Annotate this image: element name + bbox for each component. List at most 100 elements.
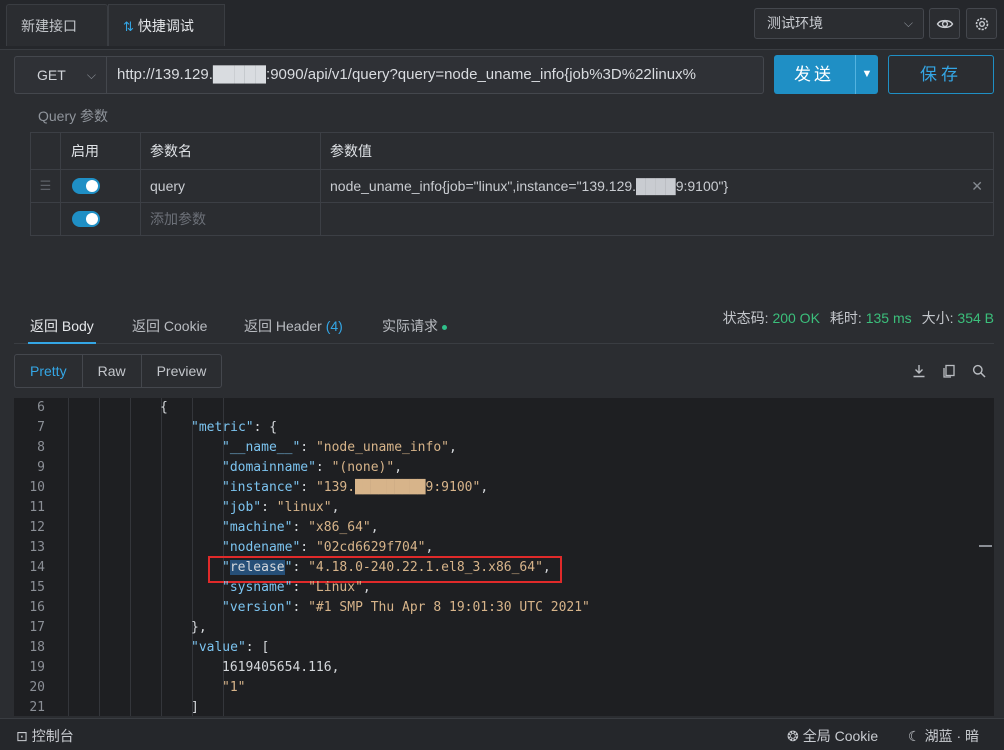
save-button[interactable]: 保存: [888, 55, 994, 94]
console-icon: ⊡: [16, 728, 28, 744]
tab-actual-request-label: 实际请求: [382, 318, 438, 334]
line-number: 13: [29, 540, 45, 555]
code-text: "nodename": "02cd6629f704",: [222, 538, 433, 558]
query-params-table: 启用 参数名 参数值 ☰ query node_uname_info{job="…: [30, 132, 994, 236]
param-value-text: node_uname_info{job="linux",instance="13…: [330, 178, 729, 194]
code-line: 13 "nodename": "02cd6629f704",: [14, 538, 994, 558]
code-token: ,: [480, 480, 489, 495]
size-label: 大小:: [921, 310, 954, 326]
code-token: ,: [425, 540, 434, 555]
enable-toggle[interactable]: [61, 203, 141, 235]
code-token: : {: [253, 420, 278, 435]
settings-button[interactable]: [966, 8, 997, 39]
code-token: "metric": [191, 420, 254, 435]
theme-button[interactable]: ☾ 湖蓝 · 暗: [908, 726, 979, 746]
format-preview[interactable]: Preview: [142, 355, 222, 387]
param-name-field[interactable]: query: [141, 170, 321, 202]
eye-button[interactable]: [929, 8, 960, 39]
code-token: },: [191, 620, 207, 635]
method-select[interactable]: GET ⌵: [14, 56, 106, 94]
enabled-column-header: 启用: [61, 133, 141, 169]
code-line: 7 "metric": {: [14, 418, 994, 438]
code-token: ,: [370, 520, 379, 535]
drag-handle-icon[interactable]: ☰: [31, 170, 61, 202]
remove-param-icon[interactable]: ✕: [971, 170, 983, 203]
copy-icon[interactable]: [940, 362, 958, 380]
send-dropdown-icon[interactable]: ▼: [856, 55, 878, 94]
name-column-header: 参数名: [141, 133, 321, 169]
moon-icon: ☾: [908, 728, 921, 744]
environment-select[interactable]: 测试环境 ⌵: [754, 8, 924, 39]
code-token: {: [160, 400, 168, 415]
line-number: 17: [29, 620, 45, 635]
download-icon[interactable]: [910, 362, 928, 380]
tab-response-body[interactable]: 返回 Body: [28, 316, 96, 344]
tab-response-cookie[interactable]: 返回 Cookie: [132, 316, 207, 336]
code-line: 19 1619405654.116,: [14, 658, 994, 678]
code-text: "domainname": "(none)",: [222, 458, 402, 478]
environment-label: 测试环境: [767, 15, 823, 31]
code-line: 11 "job": "linux",: [14, 498, 994, 518]
code-line: 20 "1": [14, 678, 994, 698]
code-line: 21]: [14, 698, 994, 716]
code-token: "sysname": [222, 580, 293, 595]
table-header: 启用 参数名 参数值: [31, 133, 993, 170]
global-cookie-button[interactable]: ❂ 全局 Cookie: [787, 726, 878, 746]
code-text: ]: [191, 698, 199, 716]
code-token: ,: [449, 440, 457, 455]
toggle-switch[interactable]: [72, 211, 100, 227]
code-token: :: [292, 600, 309, 615]
code-text: "sysname": "Linux",: [222, 578, 371, 598]
code-token: : [: [245, 640, 270, 655]
code-token: :: [292, 560, 309, 575]
add-param-field[interactable]: 添加参数: [141, 203, 321, 235]
code-token: :: [300, 480, 316, 495]
send-button[interactable]: 发送 ▼: [774, 55, 878, 94]
tab-response-header[interactable]: 返回 Header (4): [244, 316, 343, 336]
console-button[interactable]: ⊡ 控制台: [16, 726, 74, 746]
search-icon[interactable]: [970, 362, 988, 380]
code-line: 17},: [14, 618, 994, 638]
status-code-value: 200 OK: [772, 310, 820, 326]
line-number: 10: [29, 480, 45, 495]
response-body-code[interactable]: 6{7 "metric": {8 "__name__": "node_uname_i…: [14, 398, 994, 716]
tab-response-header-label: 返回 Header: [244, 318, 322, 334]
url-input[interactable]: http://139.129.█████:9090/api/v1/query?q…: [106, 56, 764, 94]
status-dot-icon: [442, 324, 447, 330]
code-token: "(none)": [331, 460, 395, 475]
code-token: "Linux": [308, 580, 363, 595]
code-token: ,: [542, 560, 551, 575]
tab-quick-debug[interactable]: ⇅快捷调试✕: [108, 4, 225, 77]
table-row-new: 添加参数: [31, 203, 993, 235]
drag-cell-empty: [31, 203, 61, 235]
line-number: 7: [37, 420, 45, 435]
add-param-value-field[interactable]: [321, 203, 993, 235]
theme-label: 湖蓝 · 暗: [924, 728, 980, 744]
code-token: :: [315, 460, 332, 475]
code-text: "1": [222, 678, 245, 698]
code-token: "domainname": [222, 460, 316, 475]
code-text: "version": "#1 SMP Thu Apr 8 19:01:30 UT…: [222, 598, 590, 618]
code-token: "#1 SMP Thu Apr 8 19:01:30 UTC 2021": [308, 600, 590, 615]
code-line: 10 "instance": "139.█████████9:9100",: [14, 478, 994, 498]
value-column-header: 参数值: [330, 143, 372, 159]
code-token: "version": [222, 600, 293, 615]
code-line: 16 "version": "#1 SMP Thu Apr 8 19:01:30 …: [14, 598, 994, 618]
format-pretty[interactable]: Pretty: [15, 355, 83, 387]
code-text: },: [191, 618, 207, 638]
enable-toggle[interactable]: [61, 170, 141, 202]
line-number: 14: [29, 560, 45, 575]
toggle-switch[interactable]: [72, 178, 100, 194]
time-label: 耗时:: [829, 310, 862, 326]
tab-actual-request[interactable]: 实际请求: [382, 316, 447, 336]
code-token: ]: [191, 700, 199, 715]
header-count-badge: (4): [325, 318, 343, 334]
code-text: "instance": "139.█████████9:9100",: [222, 478, 488, 498]
size-value: 354 B: [957, 310, 994, 326]
param-value-field[interactable]: node_uname_info{job="linux",instance="13…: [321, 170, 993, 202]
tab-new-api[interactable]: 新建接口: [6, 4, 108, 46]
code-token: "instance": [222, 480, 301, 495]
format-raw[interactable]: Raw: [83, 355, 142, 387]
code-token: :: [292, 520, 309, 535]
time-value: 135 ms: [865, 310, 912, 326]
